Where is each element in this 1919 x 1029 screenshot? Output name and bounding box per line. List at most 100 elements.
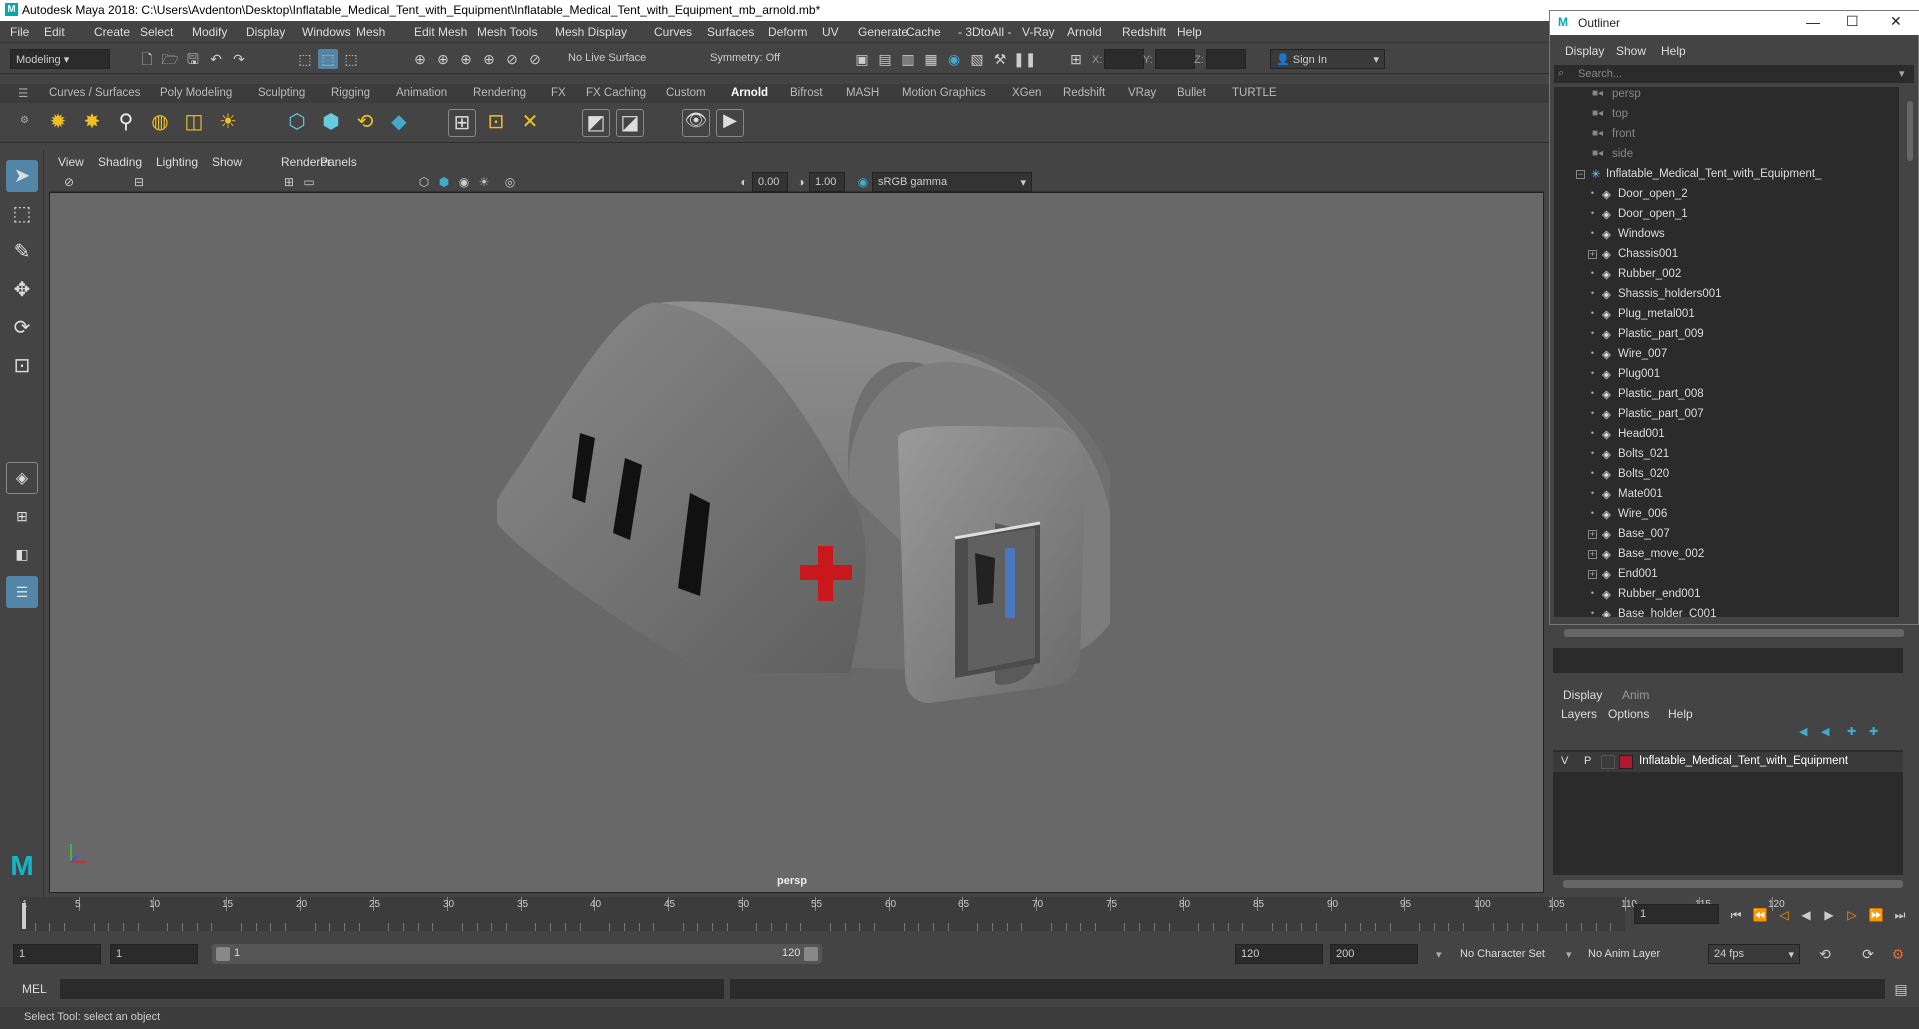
- anim-layer-arrow-icon[interactable]: ▾: [1566, 948, 1572, 961]
- outliner-item[interactable]: • ◈ Wire_007: [1554, 345, 1899, 365]
- outliner-item[interactable]: • ◈ Wire_006: [1554, 505, 1899, 525]
- expand-icon[interactable]: •: [1588, 389, 1597, 399]
- outliner-item[interactable]: • ◈ Plug_metal001: [1554, 305, 1899, 325]
- gamma-field[interactable]: 1.00: [809, 172, 845, 192]
- menu-mesh[interactable]: Mesh: [356, 25, 385, 39]
- tab-anim[interactable]: Anim: [1622, 688, 1649, 702]
- menu-arnold[interactable]: Arnold: [1067, 25, 1102, 39]
- expand-icon[interactable]: •: [1588, 589, 1597, 599]
- outliner-item[interactable]: • ◈ Plastic_part_007: [1554, 405, 1899, 425]
- anim-layer-dropdown[interactable]: No Anim Layer: [1588, 948, 1660, 960]
- loop-icon[interactable]: ⟲: [1815, 944, 1835, 964]
- menu-curves[interactable]: Curves: [654, 25, 692, 39]
- expand-icon[interactable]: •: [1588, 209, 1597, 219]
- go-to-start-icon[interactable]: ⏮: [1726, 905, 1746, 925]
- menu-surfaces[interactable]: Surfaces: [707, 25, 754, 39]
- anim-end-field[interactable]: 200: [1330, 944, 1418, 964]
- snap-surface-icon[interactable]: ⊘: [502, 49, 522, 69]
- lasso-tool-icon[interactable]: ⬚: [6, 198, 38, 230]
- viewport-menu-show[interactable]: Show: [212, 155, 242, 169]
- physical-sky-icon[interactable]: ☀: [214, 109, 242, 137]
- transform-mode-icon[interactable]: ⊞: [1066, 49, 1086, 69]
- tab-redshift[interactable]: Redshift: [1063, 87, 1105, 99]
- tab-motion-graphics[interactable]: Motion Graphics: [902, 87, 986, 99]
- tent-model[interactable]: [50, 193, 1544, 893]
- tab-xgen[interactable]: XGen: [1012, 87, 1041, 99]
- move-layer-up-icon[interactable]: ◀: [1799, 725, 1807, 738]
- tab-rendering[interactable]: Rendering: [473, 87, 526, 99]
- outliner-item[interactable]: • ◈ Rubber_002: [1554, 265, 1899, 285]
- save-scene-icon[interactable]: 🖫: [183, 49, 203, 69]
- expand-icon[interactable]: •: [1588, 269, 1597, 279]
- range-end-field[interactable]: 120: [1235, 944, 1323, 964]
- layer-name[interactable]: Inflatable_Medical_Tent_with_Equipment: [1639, 755, 1848, 767]
- render-view-icon[interactable]: ▧: [967, 49, 987, 69]
- minimize-icon[interactable]: —: [1806, 14, 1820, 30]
- shelf-menu-icon[interactable]: ☰: [18, 86, 28, 100]
- flush-textures-icon[interactable]: ✕: [516, 109, 544, 137]
- film-gate-icon[interactable]: ▭: [299, 172, 319, 192]
- menu-uv[interactable]: UV: [822, 25, 839, 39]
- viewport-persp[interactable]: persp: [49, 192, 1544, 893]
- viewport-menu-shading[interactable]: Shading: [98, 155, 142, 169]
- expand-icon[interactable]: •: [1588, 609, 1597, 618]
- expand-icon[interactable]: •: [1588, 329, 1597, 339]
- outliner-menu-show[interactable]: Show: [1616, 44, 1646, 58]
- smooth-shade-icon[interactable]: ⬢: [434, 172, 454, 192]
- outliner-camera-side[interactable]: ■◂ side: [1554, 145, 1899, 165]
- exposure-field[interactable]: 0.00: [752, 172, 788, 192]
- current-time-marker[interactable]: [22, 903, 26, 929]
- menu-mesh-display[interactable]: Mesh Display: [555, 25, 627, 39]
- expand-icon[interactable]: •: [1588, 509, 1597, 519]
- options-menu[interactable]: Options: [1608, 707, 1649, 721]
- outliner-search[interactable]: ⌕ Search... ▾: [1554, 65, 1914, 83]
- outliner-item[interactable]: • ◈ Plug001: [1554, 365, 1899, 385]
- outliner-item[interactable]: • ◈ Bolts_020: [1554, 465, 1899, 485]
- search-input[interactable]: Search...: [1578, 68, 1622, 80]
- mel-label[interactable]: MEL: [22, 982, 47, 996]
- menu-mesh-tools[interactable]: Mesh Tools: [477, 25, 537, 39]
- menu-display[interactable]: Display: [246, 25, 285, 39]
- command-input[interactable]: [60, 979, 724, 999]
- layer-type-toggle[interactable]: [1601, 755, 1615, 769]
- expand-icon[interactable]: •: [1588, 349, 1597, 359]
- viewport-menu-panels[interactable]: Panels: [320, 155, 357, 169]
- play-backward-icon[interactable]: ◀: [1796, 905, 1816, 925]
- character-set-dropdown[interactable]: No Character Set: [1460, 948, 1545, 960]
- outliner-item[interactable]: + ◈ Chassis001: [1554, 245, 1899, 265]
- search-dropdown-icon[interactable]: ▾: [1899, 67, 1905, 80]
- outliner-menu-help[interactable]: Help: [1661, 44, 1686, 58]
- viewport-menu-view[interactable]: View: [58, 155, 84, 169]
- shelf-settings-icon[interactable]: ⚙: [20, 115, 29, 126]
- tab-custom[interactable]: Custom: [666, 87, 706, 99]
- skydome-light-icon[interactable]: ◍: [146, 109, 174, 137]
- grid-toggle-icon[interactable]: ⊞: [279, 172, 299, 192]
- outliner-layout-icon[interactable]: ☰: [6, 576, 38, 608]
- select-component-icon[interactable]: ⬚: [341, 49, 361, 69]
- snap-point-icon[interactable]: ⊕: [456, 49, 476, 69]
- render-play-icon[interactable]: ▶: [716, 109, 744, 137]
- layer-visibility-toggle[interactable]: V: [1561, 755, 1568, 767]
- outliner-item[interactable]: • ◈ Door_open_1: [1554, 205, 1899, 225]
- time-slider[interactable]: 1510152025303540455055606570758085909510…: [0, 897, 1919, 935]
- close-icon[interactable]: ✕: [1890, 13, 1902, 30]
- range-start-field[interactable]: 1: [13, 944, 101, 964]
- tab-sculpting[interactable]: Sculpting: [258, 87, 305, 99]
- lighting-icon[interactable]: ☀: [474, 172, 494, 192]
- outliner-camera-front[interactable]: ■◂ front: [1554, 125, 1899, 145]
- gamma-icon[interactable]: ◑: [791, 172, 811, 192]
- rotate-tool-icon[interactable]: ⟳: [6, 312, 38, 344]
- redo-icon[interactable]: ↷: [229, 49, 249, 69]
- play-forward-icon[interactable]: ▶: [1819, 905, 1839, 925]
- symmetry-dropdown[interactable]: Symmetry: Off: [705, 49, 805, 69]
- time-ruler[interactable]: 1510152025303540455055606570758085909510…: [20, 897, 1785, 931]
- layers-menu[interactable]: Layers: [1561, 707, 1597, 721]
- new-scene-icon[interactable]: 🗋: [137, 49, 157, 69]
- light-portal-icon[interactable]: ◫: [180, 109, 208, 137]
- color-management-icon[interactable]: ◉: [853, 172, 873, 192]
- menu-help[interactable]: Help: [1177, 25, 1202, 39]
- volume-icon[interactable]: ◆: [385, 109, 413, 137]
- expand-icon[interactable]: +: [1588, 570, 1597, 579]
- tab-curves-surfaces[interactable]: Curves / Surfaces: [49, 87, 140, 99]
- xray-icon[interactable]: ◎: [500, 172, 520, 192]
